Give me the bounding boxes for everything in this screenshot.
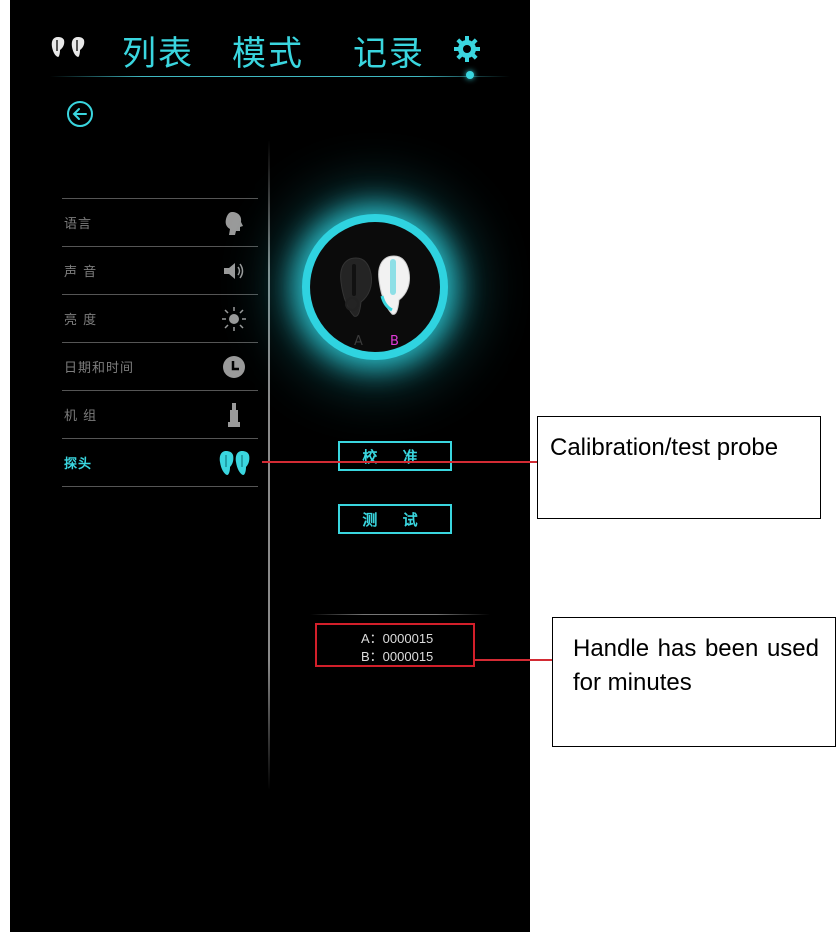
- probe-a-usage: A：0000015: [361, 631, 434, 646]
- menu-item-label: 亮 度: [64, 313, 98, 328]
- menu-item-unit[interactable]: 机 组: [62, 390, 258, 438]
- handle-callout-line: [475, 659, 553, 661]
- top-navigation: 列表 模式 记录: [10, 0, 530, 90]
- speaker-icon: [224, 263, 244, 279]
- probe-b-icon: [378, 255, 410, 315]
- top-underline: [50, 76, 510, 77]
- menu-item-date-time[interactable]: 日期和时间: [62, 342, 258, 390]
- menu-item-label: 语言: [64, 217, 93, 232]
- head-icon: [225, 212, 243, 235]
- menu-item-probe[interactable]: 探头: [62, 438, 258, 486]
- calibration-callout: Calibration/test probe: [537, 416, 821, 519]
- menu-item-language[interactable]: 语言: [62, 198, 258, 246]
- earphone-right-icon: [71, 37, 85, 57]
- gear-icon[interactable]: [454, 36, 480, 62]
- menu-divider: [62, 486, 258, 487]
- menu-item-brightness[interactable]: 亮 度: [62, 294, 258, 342]
- test-button[interactable]: 测 试: [338, 504, 452, 534]
- counter-divider: [310, 614, 490, 615]
- clock-icon: [223, 356, 245, 378]
- vertical-divider: [268, 140, 270, 790]
- tab-records[interactable]: 记录: [353, 26, 425, 75]
- menu-item-label: 探头: [64, 457, 93, 472]
- handle-callout: Handle has been used for minutes: [552, 617, 836, 747]
- back-arrow-icon[interactable]: [66, 100, 94, 128]
- calibrate-button[interactable]: 校 准: [338, 441, 452, 471]
- menu-item-label: 日期和时间: [64, 361, 135, 376]
- probe-icon: [219, 451, 250, 475]
- sun-icon: [222, 307, 246, 331]
- probe-a-icon: [340, 257, 372, 317]
- menu-item-sound[interactable]: 声 音: [62, 246, 258, 294]
- tab-mode[interactable]: 模式: [232, 26, 304, 75]
- calibration-callout-line: [262, 461, 538, 463]
- tab-list[interactable]: 列表: [122, 26, 194, 75]
- probe-status-circle: A B: [310, 222, 440, 352]
- settings-menu: 语言 声 音 亮 度 日期和时间 机 组 探头: [62, 198, 258, 487]
- earphone-left-icon: [51, 37, 65, 57]
- usage-counter-box: A：0000015 B：0000015: [315, 623, 475, 667]
- probe-a-label: A: [354, 334, 363, 349]
- probe-b-usage: B：0000015: [361, 649, 434, 664]
- active-tab-indicator: [466, 71, 474, 79]
- menu-item-label: 声 音: [64, 265, 98, 280]
- menu-item-label: 机 组: [64, 409, 98, 424]
- unit-icon: [228, 403, 240, 427]
- probe-b-label: B: [390, 334, 399, 349]
- device-screen: 列表 模式 记录 语言 声 音 亮 度 日期和时间 机 组 探头 A B 校 准…: [10, 0, 530, 932]
